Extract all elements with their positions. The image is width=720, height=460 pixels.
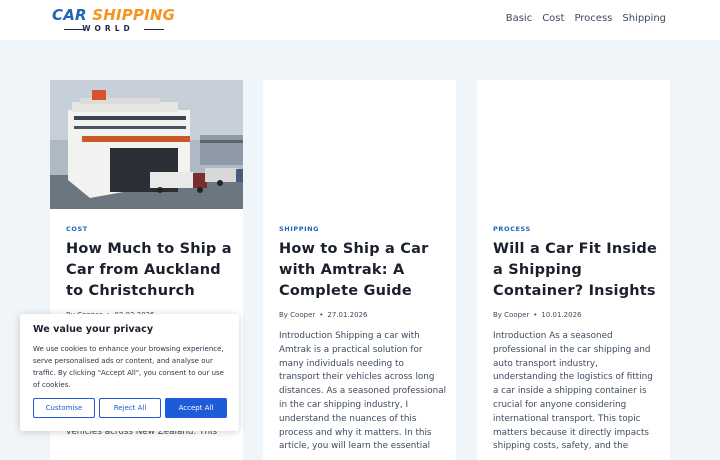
nav-item-process[interactable]: Process [574,12,612,26]
cookie-buttons: Customise Reject All Accept All [33,398,227,418]
post-meta: By Cooper • 10.01.2026 [493,310,661,320]
main-nav: Basic Cost Process Shipping [506,12,666,26]
post-title[interactable]: How to Ship a Car with Amtrak: A Complet… [279,239,447,302]
post-author[interactable]: By Cooper [279,311,315,319]
site-header: CAR SHIPPING WORLD Basic Cost Process Sh… [0,0,720,40]
post-category[interactable]: PROCESS [493,225,661,234]
logo-rule-right [144,29,164,30]
cookie-consent-banner: We value your privacy We use cookies to … [20,314,239,431]
meta-separator: • [319,311,324,319]
post-excerpt: Introduction Shipping a car with Amtrak … [279,331,447,452]
post-excerpt: Introduction As a seasoned professional … [493,331,653,452]
post-card: PROCESS Will a Car Fit Inside a Shipping… [477,80,670,460]
post-date: 10.01.2026 [541,311,582,319]
meta-separator: • [533,311,538,319]
post-title[interactable]: Will a Car Fit Inside a Shipping Contain… [493,239,661,302]
nav-item-cost[interactable]: Cost [542,12,564,26]
post-title[interactable]: How Much to Ship a Car from Auckland to … [66,239,234,302]
post-meta: By Cooper • 27.01.2026 [279,310,447,320]
post-body: PROCESS Will a Car Fit Inside a Shipping… [493,225,661,454]
nav-item-shipping[interactable]: Shipping [622,12,666,26]
post-card: SHIPPING How to Ship a Car with Amtrak: … [263,80,456,460]
post-thumbnail-blank[interactable] [263,80,456,209]
accept-all-button[interactable]: Accept All [165,398,227,418]
ferry-image [50,80,243,209]
customise-button[interactable]: Customise [33,398,95,418]
post-body: SHIPPING How to Ship a Car with Amtrak: … [279,225,447,454]
cookie-title: We value your privacy [33,324,154,335]
reject-all-button[interactable]: Reject All [99,398,161,418]
post-author[interactable]: By Cooper [493,311,529,319]
logo-wordmark: CAR SHIPPING [52,6,176,24]
nav-item-basic[interactable]: Basic [506,12,532,26]
post-category[interactable]: SHIPPING [279,225,447,234]
post-date: 27.01.2026 [327,311,368,319]
post-category[interactable]: COST [66,225,234,234]
site-logo[interactable]: CAR SHIPPING WORLD [52,6,184,34]
post-thumbnail-ferry[interactable] [50,80,243,209]
cookie-text: We use cookies to enhance your browsing … [33,345,224,389]
post-thumbnail-blank[interactable] [477,80,670,209]
